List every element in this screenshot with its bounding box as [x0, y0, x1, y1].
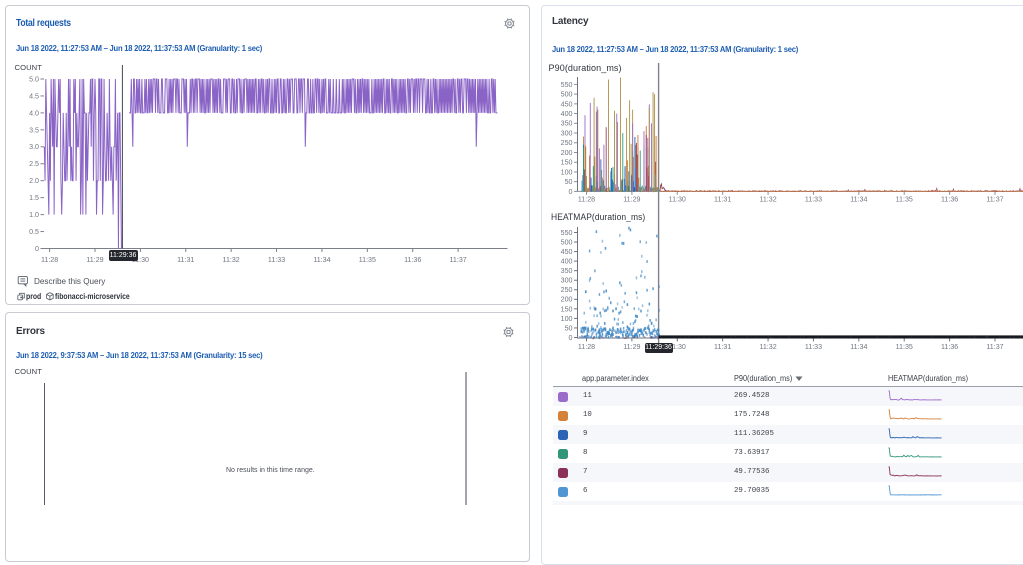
- svg-text:350: 350: [561, 267, 573, 275]
- svg-text:300: 300: [561, 129, 573, 137]
- svg-text:11:37: 11:37: [449, 256, 466, 264]
- svg-text:200: 200: [561, 149, 573, 157]
- svg-text:11:34: 11:34: [313, 256, 330, 264]
- svg-text:11:34: 11:34: [850, 196, 867, 204]
- svg-text:11:31: 11:31: [177, 256, 194, 264]
- svg-text:450: 450: [561, 248, 573, 256]
- svg-text:11:35: 11:35: [359, 256, 376, 264]
- svg-text:11:31: 11:31: [714, 196, 731, 204]
- svg-text:11:33: 11:33: [268, 256, 285, 264]
- svg-text:11:30: 11:30: [669, 196, 686, 204]
- svg-text:4.0: 4.0: [29, 109, 39, 117]
- svg-text:3.0: 3.0: [29, 143, 39, 151]
- svg-text:50: 50: [565, 178, 573, 186]
- svg-text:550: 550: [561, 229, 573, 237]
- svg-text:11:28: 11:28: [578, 196, 595, 204]
- svg-text:500: 500: [561, 238, 573, 246]
- svg-text:100: 100: [561, 168, 573, 176]
- svg-text:11:28: 11:28: [578, 343, 595, 351]
- svg-text:11:32: 11:32: [223, 256, 240, 264]
- svg-text:350: 350: [561, 120, 573, 128]
- svg-text:50: 50: [565, 324, 573, 332]
- svg-text:11:32: 11:32: [759, 343, 776, 351]
- svg-text:150: 150: [561, 305, 573, 313]
- svg-text:550: 550: [561, 81, 573, 89]
- svg-text:11:37: 11:37: [986, 196, 1003, 204]
- svg-text:11:28: 11:28: [41, 256, 58, 264]
- svg-text:3.5: 3.5: [29, 126, 39, 134]
- svg-text:4.5: 4.5: [29, 92, 39, 100]
- svg-text:11:36: 11:36: [404, 256, 421, 264]
- svg-text:11:35: 11:35: [896, 343, 913, 351]
- svg-text:250: 250: [561, 286, 573, 294]
- svg-text:150: 150: [561, 159, 573, 167]
- svg-text:11:35: 11:35: [896, 196, 913, 204]
- svg-text:1.0: 1.0: [29, 211, 39, 219]
- svg-text:11:31: 11:31: [714, 343, 731, 351]
- svg-text:11:37: 11:37: [986, 343, 1003, 351]
- svg-text:250: 250: [561, 139, 573, 147]
- svg-text:1.5: 1.5: [29, 194, 39, 202]
- svg-text:450: 450: [561, 100, 573, 108]
- svg-text:11:32: 11:32: [759, 196, 776, 204]
- svg-text:0.5: 0.5: [29, 228, 39, 236]
- svg-text:11:36: 11:36: [941, 343, 958, 351]
- svg-text:400: 400: [561, 258, 573, 266]
- svg-text:300: 300: [561, 277, 573, 285]
- svg-text:0: 0: [569, 334, 573, 342]
- svg-text:5.0: 5.0: [29, 75, 39, 83]
- svg-text:2.0: 2.0: [29, 177, 39, 185]
- svg-text:11:29: 11:29: [86, 256, 103, 264]
- svg-text:11:29: 11:29: [623, 343, 640, 351]
- svg-text:11:33: 11:33: [805, 196, 822, 204]
- svg-text:400: 400: [561, 110, 573, 118]
- svg-text:100: 100: [561, 315, 573, 323]
- svg-text:11:33: 11:33: [805, 343, 822, 351]
- svg-text:200: 200: [561, 296, 573, 304]
- svg-text:11:29: 11:29: [623, 196, 640, 204]
- svg-text:0: 0: [569, 188, 573, 196]
- svg-text:11:36: 11:36: [941, 196, 958, 204]
- svg-text:11:34: 11:34: [850, 343, 867, 351]
- svg-text:500: 500: [561, 91, 573, 99]
- svg-text:2.5: 2.5: [29, 160, 39, 168]
- svg-text:0: 0: [35, 245, 39, 253]
